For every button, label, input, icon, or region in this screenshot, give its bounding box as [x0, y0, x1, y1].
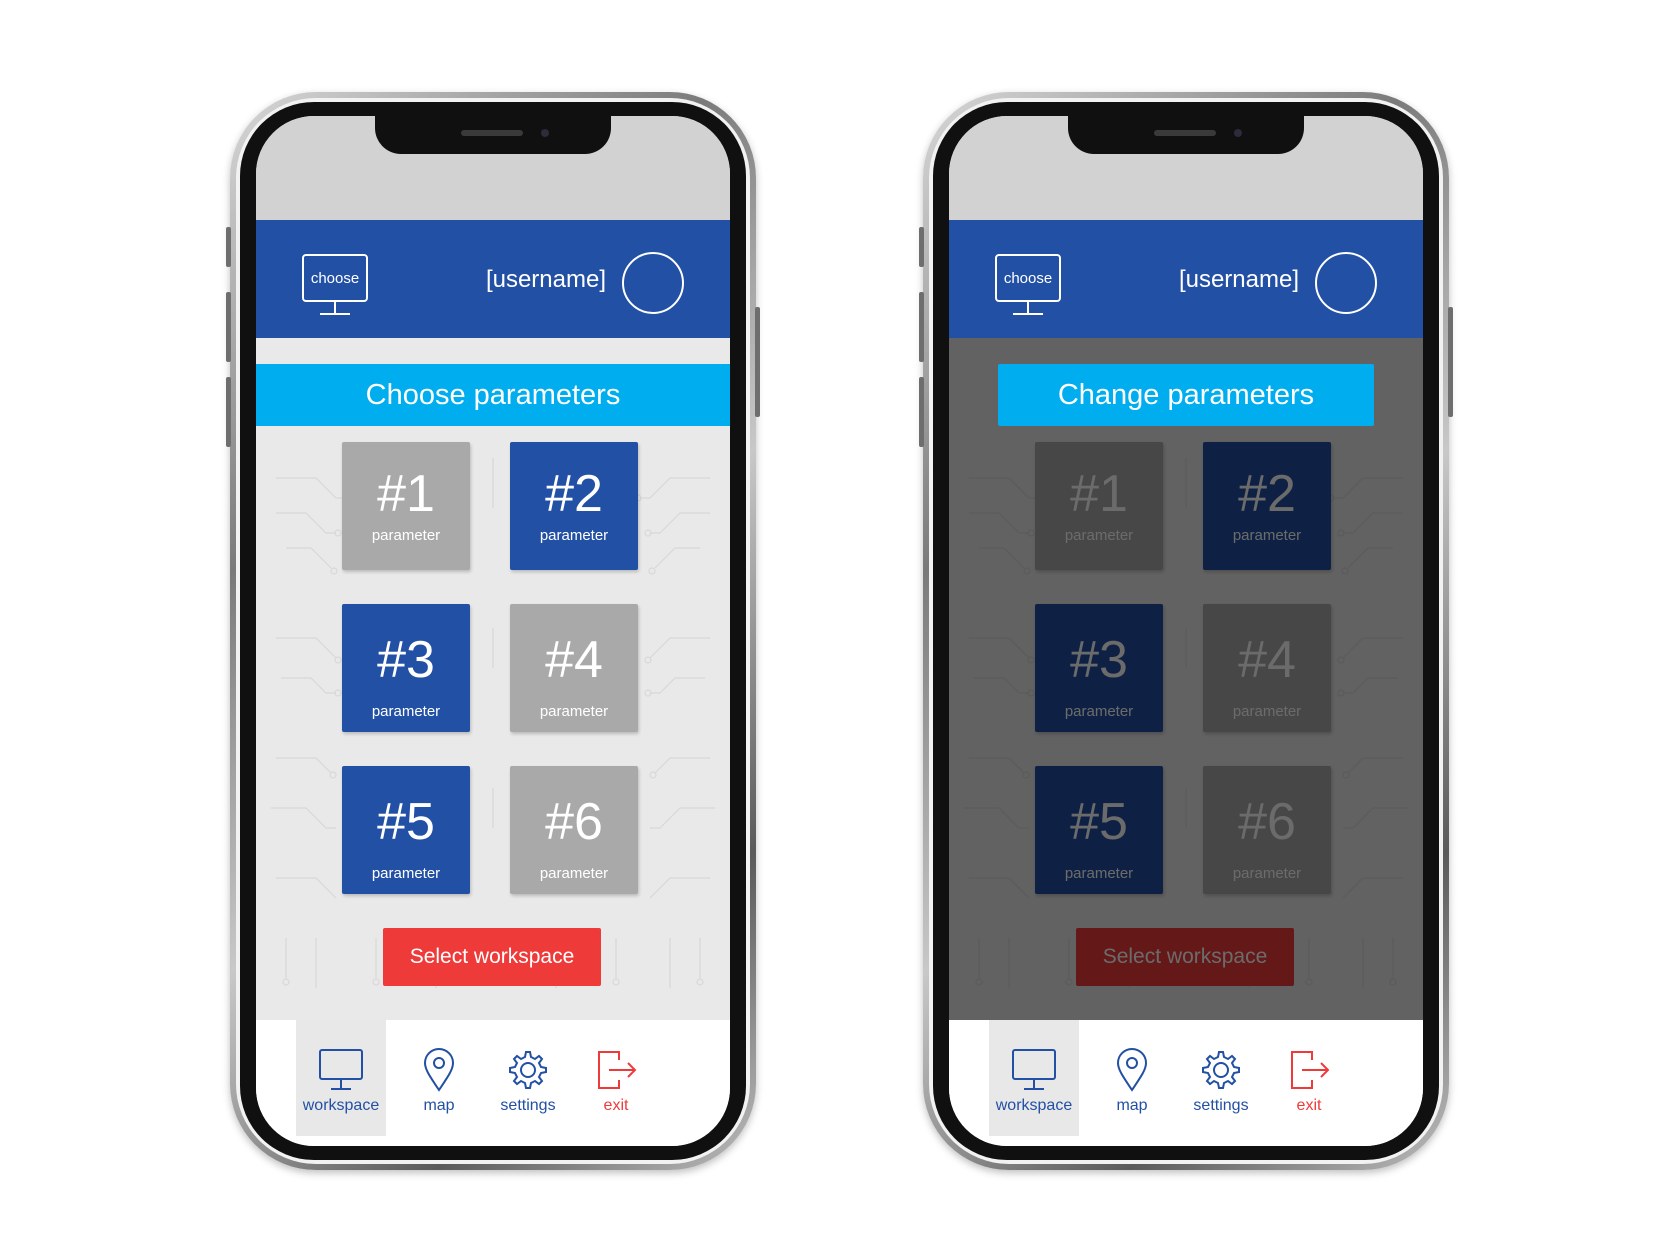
content-area: Choose parameters #1 parameter #2 parame…	[256, 338, 730, 1020]
phone-screen: choose [username]	[949, 116, 1423, 1146]
map-pin-icon	[1116, 1048, 1148, 1092]
nav-item-settings[interactable]: settings	[1176, 1020, 1266, 1136]
choose-device-button[interactable]: choose	[302, 254, 368, 318]
parameter-label: parameter	[539, 527, 609, 544]
power-button	[1448, 307, 1453, 417]
parameter-label: parameter	[539, 703, 609, 720]
parameter-label: parameter	[539, 865, 609, 882]
bottom-navigation: workspace map settings exit	[256, 1020, 730, 1146]
app-header: choose [username]	[256, 220, 730, 338]
earpiece-speaker	[1154, 130, 1216, 136]
nav-label: exit	[1296, 1097, 1322, 1114]
parameter-number: #1	[377, 465, 435, 523]
choose-label: choose	[310, 269, 360, 287]
parameter-number: #1	[1070, 465, 1128, 523]
volume-down-button	[919, 377, 924, 447]
nav-label: workspace	[995, 1097, 1073, 1114]
mute-switch	[226, 227, 231, 267]
parameter-tile-1[interactable]: #1 parameter	[342, 442, 470, 570]
monitor-icon: choose	[995, 254, 1061, 302]
nav-label: workspace	[302, 1097, 380, 1114]
exit-icon	[1291, 1051, 1330, 1089]
parameter-tile-2[interactable]: #2 parameter	[1203, 442, 1331, 570]
nav-label: map	[423, 1097, 455, 1114]
circuit-background-pattern	[964, 458, 1408, 988]
parameter-tile-1[interactable]: #1 parameter	[1035, 442, 1163, 570]
choose-device-button[interactable]: choose	[995, 254, 1061, 318]
volume-up-button	[226, 292, 231, 362]
parameter-tile-5[interactable]: #5 parameter	[342, 766, 470, 894]
avatar[interactable]	[622, 252, 684, 314]
parameter-number: #5	[377, 793, 435, 851]
notch	[1068, 116, 1304, 154]
parameter-tile-2[interactable]: #2 parameter	[510, 442, 638, 570]
power-button	[755, 307, 760, 417]
parameter-tile-4[interactable]: #4 parameter	[510, 604, 638, 732]
parameter-number: #5	[1070, 793, 1128, 851]
select-workspace-button[interactable]: Select workspace	[383, 928, 601, 986]
parameter-number: #4	[1238, 631, 1296, 689]
parameter-number: #6	[545, 793, 603, 851]
nav-item-workspace[interactable]: workspace	[989, 1020, 1079, 1136]
nav-label: settings	[500, 1097, 556, 1114]
nav-item-map[interactable]: map	[1087, 1020, 1177, 1136]
front-camera	[1234, 129, 1242, 137]
avatar[interactable]	[1315, 252, 1377, 314]
nav-item-exit[interactable]: exit	[571, 1020, 661, 1136]
map-pin-icon	[423, 1048, 455, 1092]
phone-mockup-change: choose [username] #1 parameter #2 parame…	[919, 92, 1453, 1170]
parameter-number: #2	[545, 465, 603, 523]
volume-down-button	[226, 377, 231, 447]
nav-label: settings	[1193, 1097, 1249, 1114]
parameter-tile-3[interactable]: #3 parameter	[1035, 604, 1163, 732]
parameter-label: parameter	[371, 527, 441, 544]
nav-item-map[interactable]: map	[394, 1020, 484, 1136]
parameter-number: #6	[1238, 793, 1296, 851]
parameter-number: #3	[377, 631, 435, 689]
parameter-number: #3	[1070, 631, 1128, 689]
exit-icon	[598, 1051, 637, 1089]
monitor-icon	[1012, 1049, 1056, 1090]
circuit-background-pattern	[271, 458, 715, 988]
monitor-icon: choose	[302, 254, 368, 302]
select-workspace-button[interactable]: Select workspace	[1076, 928, 1294, 986]
nav-item-exit[interactable]: exit	[1264, 1020, 1354, 1136]
parameter-number: #2	[1238, 465, 1296, 523]
nav-label: map	[1116, 1097, 1148, 1114]
bottom-navigation: workspace map settings exit	[949, 1020, 1423, 1146]
notch	[375, 116, 611, 154]
monitor-icon	[319, 1049, 363, 1090]
parameter-label: parameter	[1064, 703, 1134, 720]
nav-item-settings[interactable]: settings	[483, 1020, 573, 1136]
mute-switch	[919, 227, 924, 267]
parameter-tile-5[interactable]: #5 parameter	[1035, 766, 1163, 894]
parameter-label: parameter	[1064, 865, 1134, 882]
username-label: [username]	[1178, 266, 1299, 293]
page-title: Choose parameters	[256, 364, 730, 426]
parameter-tile-3[interactable]: #3 parameter	[342, 604, 470, 732]
parameter-label: parameter	[1232, 703, 1302, 720]
earpiece-speaker	[461, 130, 523, 136]
nav-item-workspace[interactable]: workspace	[296, 1020, 386, 1136]
parameter-tile-6[interactable]: #6 parameter	[510, 766, 638, 894]
volume-up-button	[919, 292, 924, 362]
phone-screen: choose [username]	[256, 116, 730, 1146]
parameter-label: parameter	[1232, 865, 1302, 882]
parameter-tile-6[interactable]: #6 parameter	[1203, 766, 1331, 894]
phone-mockup-choose: choose [username] Choose parameters #1 p…	[226, 92, 760, 1170]
parameter-number: #4	[545, 631, 603, 689]
nav-label: exit	[603, 1097, 629, 1114]
front-camera	[541, 129, 549, 137]
username-label: [username]	[485, 266, 606, 293]
parameter-label: parameter	[1232, 527, 1302, 544]
parameter-label: parameter	[1064, 527, 1134, 544]
content-area: #1 parameter #2 parameter #3 parameter #…	[949, 338, 1423, 1020]
parameter-label: parameter	[371, 865, 441, 882]
gear-icon	[1202, 1051, 1240, 1089]
parameter-label: parameter	[371, 703, 441, 720]
parameter-tile-4[interactable]: #4 parameter	[1203, 604, 1331, 732]
gear-icon	[509, 1051, 547, 1089]
app-header: choose [username]	[949, 220, 1423, 338]
choose-label: choose	[1003, 269, 1053, 287]
